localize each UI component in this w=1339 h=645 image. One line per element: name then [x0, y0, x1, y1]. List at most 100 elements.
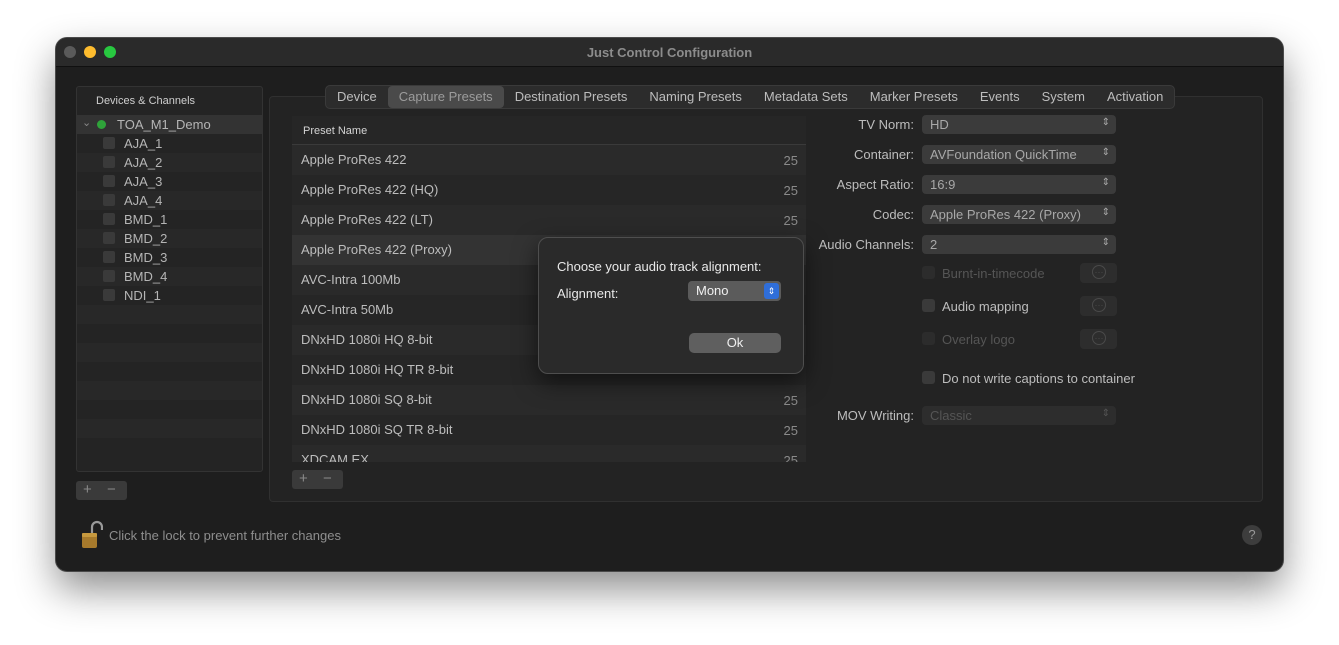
devices-tree[interactable]: ⌄ TOA_M1_Demo AJA_1 AJA_2 AJA_3 AJA_4 BM… — [77, 115, 262, 457]
audio-mapping-settings-button[interactable]: ··· — [1080, 296, 1117, 316]
audio-mapping-checkbox[interactable] — [922, 299, 935, 312]
codec-value: Apple ProRes 422 (Proxy) — [930, 207, 1082, 222]
alignment-value: Mono — [696, 283, 729, 298]
mov-writing-select[interactable]: Classic ⇕ — [922, 406, 1116, 425]
preset-name: AVC-Intra 100Mb — [301, 272, 401, 287]
channel-item[interactable]: BMD_2 — [77, 229, 262, 248]
preset-name: DNxHD 1080i SQ TR 8-bit — [301, 422, 453, 437]
lock-status-text: Click the lock to prevent further change… — [109, 528, 341, 543]
channel-item[interactable]: AJA_2 — [77, 153, 262, 172]
channel-item[interactable]: AJA_3 — [77, 172, 262, 191]
channel-label: AJA_2 — [124, 155, 163, 170]
channel-item[interactable]: NDI_1 — [77, 286, 262, 305]
tab-destination-presets[interactable]: Destination Presets — [504, 86, 639, 108]
mov-writing-value: Classic — [930, 408, 972, 423]
preset-table-header[interactable]: Preset Name — [292, 116, 806, 145]
tab-metadata-sets[interactable]: Metadata Sets — [753, 86, 859, 108]
remove-preset-button[interactable]: − — [323, 470, 332, 487]
channel-item[interactable]: BMD_4 — [77, 267, 262, 286]
channel-checkbox[interactable] — [103, 175, 115, 187]
title-bar: Just Control Configuration — [56, 38, 1283, 67]
updown-chevron-icon: ⇕ — [764, 283, 779, 299]
preset-row[interactable]: DNxHD 1080i SQ 8-bit 25 — [292, 385, 806, 415]
alignment-select[interactable]: Mono ⇕ — [688, 281, 781, 301]
mov-writing-label: MOV Writing: — [836, 408, 914, 423]
tab-system[interactable]: System — [1031, 86, 1096, 108]
overlay-logo-label: Overlay logo — [942, 332, 1015, 347]
updown-chevron-icon: ⇕ — [1101, 147, 1110, 158]
overlay-logo-checkbox[interactable] — [922, 332, 935, 345]
burnin-settings-button[interactable]: ··· — [1080, 263, 1117, 283]
preset-name: DNxHD 1080i HQ 8-bit — [301, 332, 433, 347]
add-preset-button[interactable]: + — [299, 470, 308, 487]
channel-label: NDI_1 — [124, 288, 161, 303]
codec-select[interactable]: Apple ProRes 422 (Proxy) ⇕ — [922, 205, 1116, 224]
preset-row[interactable]: Apple ProRes 422 25 — [292, 145, 806, 175]
audio-channels-value: 2 — [930, 237, 938, 252]
channel-item[interactable]: AJA_4 — [77, 191, 262, 210]
tv-norm-value: HD — [930, 117, 949, 132]
preset-framerate: 25 — [783, 423, 798, 438]
disclosure-chevron-icon[interactable]: ⌄ — [82, 116, 91, 129]
empty-row — [77, 381, 262, 400]
help-button[interactable]: ? — [1242, 525, 1262, 545]
channel-checkbox[interactable] — [103, 232, 115, 244]
aspect-ratio-label: Aspect Ratio: — [836, 177, 914, 192]
preset-name: XDCAM EX — [301, 452, 369, 462]
audio-mapping-label: Audio mapping — [942, 299, 1029, 314]
channel-checkbox[interactable] — [103, 194, 115, 206]
devices-header: Devices & Channels — [96, 95, 196, 107]
preset-row[interactable]: Apple ProRes 422 (LT) 25 — [292, 205, 806, 235]
channel-item[interactable]: BMD_3 — [77, 248, 262, 267]
tab-device[interactable]: Device — [326, 86, 388, 108]
updown-chevron-icon: ⇕ — [1101, 117, 1110, 128]
no-captions-checkbox[interactable] — [922, 371, 935, 384]
add-device-button[interactable]: + — [83, 481, 92, 498]
aspect-ratio-select[interactable]: 16:9 ⇕ — [922, 175, 1116, 194]
empty-row — [77, 438, 262, 457]
updown-chevron-icon: ⇕ — [1101, 237, 1110, 248]
container-label: Container: — [854, 147, 914, 162]
channel-label: AJA_4 — [124, 193, 163, 208]
channel-label: AJA_1 — [124, 136, 163, 151]
preset-framerate: 25 — [783, 393, 798, 408]
tree-root-item[interactable]: ⌄ TOA_M1_Demo — [77, 115, 262, 134]
empty-row — [77, 324, 262, 343]
ellipsis-icon: ··· — [1092, 298, 1106, 312]
tab-naming-presets[interactable]: Naming Presets — [638, 86, 752, 108]
unlocked-padlock-icon[interactable] — [81, 520, 103, 550]
tree-root-label: TOA_M1_Demo — [117, 117, 211, 132]
channel-label: BMD_4 — [124, 269, 168, 284]
burnin-timecode-checkbox[interactable] — [922, 266, 935, 279]
updown-chevron-icon: ⇕ — [1101, 177, 1110, 188]
channel-checkbox[interactable] — [103, 251, 115, 263]
ellipsis-icon: ··· — [1092, 331, 1106, 345]
channel-item[interactable]: BMD_1 — [77, 210, 262, 229]
devices-panel: Devices & Channels ⌄ TOA_M1_Demo AJA_1 A… — [76, 86, 263, 472]
channel-checkbox[interactable] — [103, 270, 115, 282]
tab-marker-presets[interactable]: Marker Presets — [859, 86, 969, 108]
overlay-logo-settings-button[interactable]: ··· — [1080, 329, 1117, 349]
remove-device-button[interactable]: − — [107, 481, 116, 498]
preset-name: Apple ProRes 422 (LT) — [301, 212, 433, 227]
audio-channels-select[interactable]: 2 ⇕ — [922, 235, 1116, 254]
updown-chevron-icon: ⇕ — [1101, 408, 1110, 419]
tab-capture-presets[interactable]: Capture Presets — [387, 86, 504, 108]
ok-button[interactable]: Ok — [689, 333, 781, 353]
channel-checkbox[interactable] — [103, 213, 115, 225]
preset-row[interactable]: XDCAM EX 25 — [292, 445, 806, 462]
preset-name: Apple ProRes 422 (Proxy) — [301, 242, 453, 257]
preset-row[interactable]: Apple ProRes 422 (HQ) 25 — [292, 175, 806, 205]
preset-framerate: 25 — [783, 453, 798, 462]
aspect-ratio-value: 16:9 — [930, 177, 956, 192]
channel-checkbox[interactable] — [103, 156, 115, 168]
channel-checkbox[interactable] — [103, 137, 115, 149]
container-select[interactable]: AVFoundation QuickTime ⇕ — [922, 145, 1116, 164]
tab-activation[interactable]: Activation — [1096, 86, 1174, 108]
channel-checkbox[interactable] — [103, 289, 115, 301]
preset-row[interactable]: DNxHD 1080i SQ TR 8-bit 25 — [292, 415, 806, 445]
channel-item[interactable]: AJA_1 — [77, 134, 262, 153]
tab-events[interactable]: Events — [969, 86, 1031, 108]
codec-label: Codec: — [872, 207, 914, 222]
tv-norm-select[interactable]: HD ⇕ — [922, 115, 1116, 134]
